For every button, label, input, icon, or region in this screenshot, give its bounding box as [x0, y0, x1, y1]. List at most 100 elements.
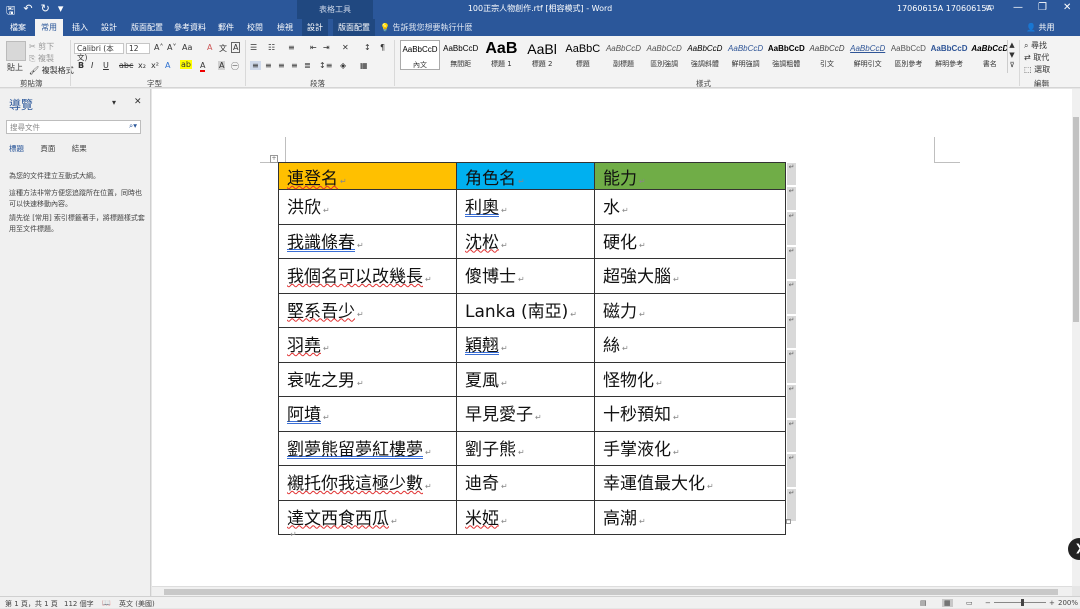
highlight-icon[interactable]: ab	[180, 60, 192, 69]
borders-icon[interactable]: ▦	[360, 61, 368, 70]
nav-tab-results[interactable]: 結果	[72, 144, 87, 153]
proofing-icon[interactable]: 📖	[102, 599, 111, 607]
tab-design[interactable]: 設計	[101, 22, 117, 33]
table-cell[interactable]: 衰咗之男 ↵	[278, 361, 457, 397]
replace-button[interactable]: ⇄ 取代	[1024, 52, 1049, 63]
style-item[interactable]: AaBbCcD 鮮明參考	[929, 40, 969, 70]
table-cell[interactable]: 迪奇 ↵	[456, 465, 595, 501]
table-cell[interactable]: 絲 ↵	[594, 327, 786, 363]
format-painter-button[interactable]: 🖌 複製格式	[29, 65, 74, 76]
zoom-out-icon[interactable]: −	[985, 599, 991, 607]
paste-icon[interactable]	[6, 41, 26, 61]
tab-view[interactable]: 檢視	[277, 22, 293, 33]
superscript-icon[interactable]: x²	[151, 61, 159, 70]
table-cell[interactable]: 阿墳 ↵	[278, 396, 457, 432]
tab-mailings[interactable]: 郵件	[218, 22, 234, 33]
style-item[interactable]: AaBbCcD 強調粗體	[766, 40, 806, 70]
style-item[interactable]: AaBbCcD 書名	[970, 40, 1010, 70]
table-cell[interactable]: 洪欣 ↵	[278, 189, 457, 225]
phonetic-guide-icon[interactable]: 文	[219, 43, 227, 54]
table-cell[interactable]: 水 ↵	[594, 189, 786, 225]
table-resize-handle[interactable]	[786, 519, 791, 524]
paste-button[interactable]: 貼上	[7, 62, 23, 73]
shading-icon[interactable]: ◈	[340, 61, 346, 70]
table-move-handle-icon[interactable]: +	[270, 155, 278, 163]
document-area[interactable]: + 連登名 ↵ 角色名 ↵ 能力 ↵ 洪欣 ↵ 利奧 ↵ 水 ↵ 我識條春 ↵ 沈松 ↵ 硬化 ↵ 我個名可以改幾長…	[152, 89, 1072, 586]
table-cell[interactable]: 超強大腦 ↵	[594, 258, 786, 294]
tab-layout[interactable]: 版面配置	[131, 22, 163, 33]
tab-insert[interactable]: 插入	[72, 22, 88, 33]
table-cell[interactable]: 早見愛子 ↵	[456, 396, 595, 432]
increase-indent-icon[interactable]: ⇥	[323, 43, 330, 52]
style-item[interactable]: AaBbCcD 區別強調	[644, 40, 684, 70]
style-item[interactable]: AaBbCcD 區別參考	[888, 40, 928, 70]
zoom-in-icon[interactable]: +	[1049, 599, 1055, 607]
table-cell[interactable]: Lanka (南亞) ↵	[456, 292, 595, 328]
table-cell[interactable]: 硬化 ↵	[594, 223, 786, 259]
font-name-box[interactable]: Calibri (本文)	[74, 43, 124, 62]
horizontal-scroll-thumb[interactable]	[164, 589, 1058, 595]
grow-font-icon[interactable]: A˄	[154, 43, 163, 52]
table-cell[interactable]: 我識條春 ↵	[278, 223, 457, 259]
table-cell[interactable]: 夏風 ↵	[456, 361, 595, 397]
table-cell[interactable]: 利奧 ↵	[456, 189, 595, 225]
distributed-icon[interactable]: ≣	[304, 61, 311, 70]
table-cell[interactable]: 怪物化 ↵	[594, 361, 786, 397]
tell-me-box[interactable]: 💡 告訴我您想要執行什麼	[380, 22, 473, 33]
style-item[interactable]: AaBbCcD 鮮明引文	[848, 40, 888, 70]
nav-tab-pages[interactable]: 頁面	[40, 144, 55, 153]
sort-icon[interactable]: ↕	[364, 43, 371, 52]
web-layout-icon[interactable]: ▭	[966, 599, 973, 607]
table-cell[interactable]: 羽堯 ↵	[278, 327, 457, 363]
style-item[interactable]: AaBbC 標題	[563, 40, 603, 70]
print-layout-icon[interactable]: ▦	[942, 599, 953, 607]
tab-home[interactable]: 常用	[35, 19, 63, 36]
style-item[interactable]: AaB 標題 1	[481, 40, 521, 70]
share-button[interactable]: 👤 共用	[1026, 22, 1055, 33]
style-item[interactable]: AaBl 標題 2	[522, 40, 562, 70]
zoom-level[interactable]: 200%	[1058, 599, 1078, 607]
read-mode-icon[interactable]: ▤	[920, 599, 927, 607]
table-header-cell[interactable]: 連登名 ↵	[278, 162, 457, 190]
cut-button[interactable]: ✂ 剪下	[29, 41, 54, 52]
table-cell[interactable]: 堅系吾少 ↵	[278, 292, 457, 328]
style-item[interactable]: AaBbCcD 內文	[400, 40, 440, 70]
table-cell[interactable]: 幸運值最大化 ↵	[594, 465, 786, 501]
tab-review[interactable]: 校閱	[247, 22, 263, 33]
select-button[interactable]: ⬚ 選取	[1024, 64, 1050, 75]
table-cell[interactable]: 劉子熊 ↵	[456, 430, 595, 466]
vertical-scroll-thumb[interactable]	[1073, 117, 1079, 322]
clear-formatting-icon[interactable]: A	[207, 43, 212, 52]
close-icon[interactable]: ✕	[1063, 2, 1071, 13]
table-cell[interactable]: 穎翹 ↵	[456, 327, 595, 363]
table-cell[interactable]: 磁力 ↵	[594, 292, 786, 328]
restore-icon[interactable]: ❐	[1038, 2, 1047, 13]
tab-file[interactable]: 檔案	[10, 22, 26, 33]
nav-tab-headings[interactable]: 標題	[9, 144, 24, 153]
table-cell[interactable]: 襯托你我這極少數 ↵	[278, 465, 457, 501]
minimize-icon[interactable]: —	[1013, 2, 1023, 13]
character-shading-icon[interactable]: A	[218, 61, 226, 70]
table-cell[interactable]: 達文西食西瓜 ↵	[278, 499, 457, 535]
font-color-icon[interactable]: A	[200, 61, 206, 72]
character-border-icon[interactable]: A	[231, 42, 241, 53]
user-name[interactable]: 17060615A 17060615A	[897, 4, 992, 13]
align-right-icon[interactable]: ≡	[278, 61, 285, 70]
align-left-icon[interactable]: ≡	[250, 61, 261, 70]
line-spacing-icon[interactable]: ↕≡	[319, 61, 332, 70]
horizontal-scrollbar[interactable]	[152, 586, 1072, 596]
zoom-slider[interactable]	[994, 602, 1046, 603]
search-icon[interactable]: ⌕▾	[129, 121, 137, 131]
table-cell[interactable]: 沈松 ↵	[456, 223, 595, 259]
enclose-character-icon[interactable]: ㊀	[231, 61, 239, 72]
table-header-cell[interactable]: 能力 ↵	[594, 162, 786, 190]
table-cell[interactable]: 十秒預知 ↵	[594, 396, 786, 432]
nav-close-icon[interactable]: ✕	[134, 97, 142, 107]
strikethrough-button[interactable]: abc	[119, 61, 133, 70]
styles-scroll[interactable]: ▲ ▼ ⊽	[1007, 40, 1016, 73]
tab-references[interactable]: 參考資料	[174, 22, 206, 33]
underline-button[interactable]: U	[103, 61, 109, 70]
vertical-scrollbar[interactable]	[1072, 89, 1080, 586]
find-button[interactable]: ⌕ 尋找	[1024, 40, 1047, 51]
table-cell[interactable]: 劉夢熊留夢紅樓夢 ↵	[278, 430, 457, 466]
